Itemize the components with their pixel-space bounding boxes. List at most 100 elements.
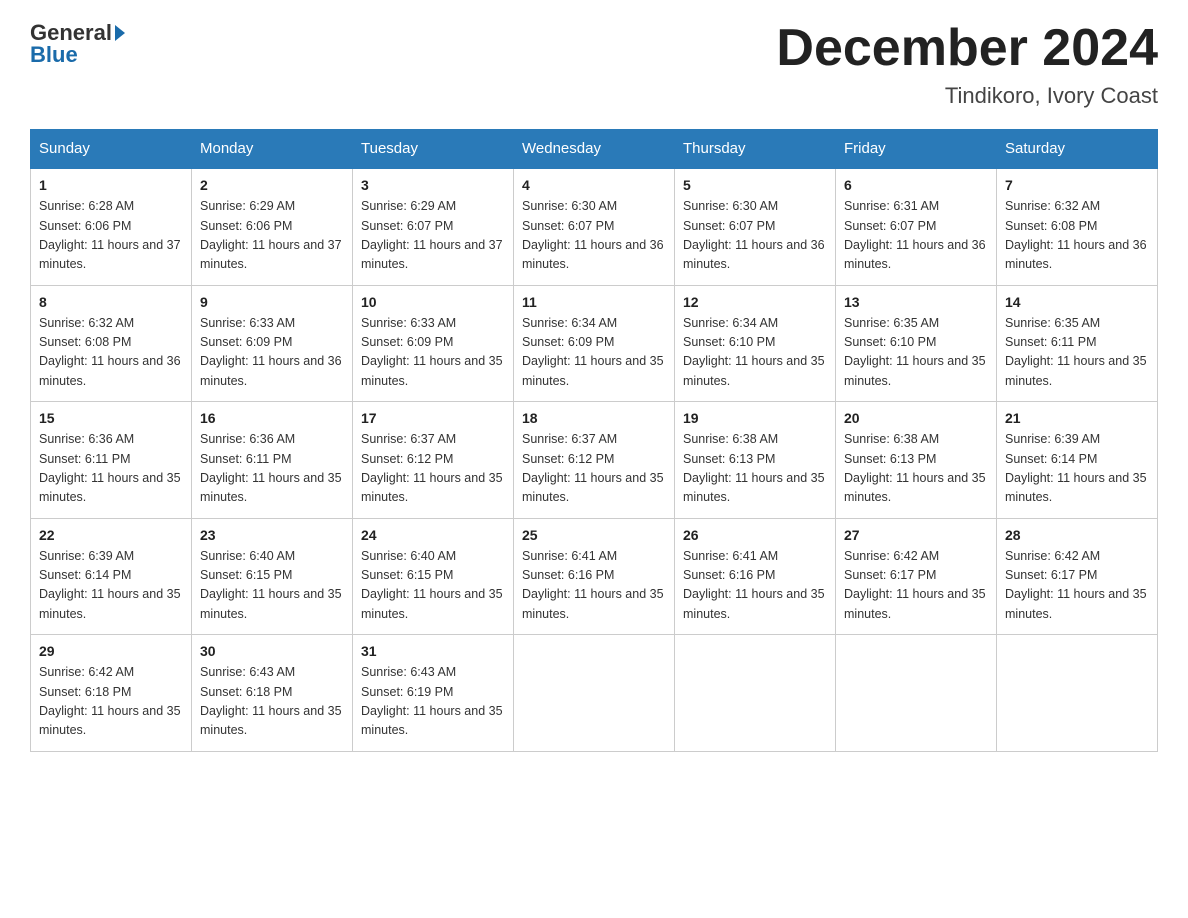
calendar-cell: 31 Sunrise: 6:43 AMSunset: 6:19 PMDayligh…	[353, 635, 514, 752]
day-number: 22	[39, 527, 183, 543]
day-number: 29	[39, 643, 183, 659]
day-number: 21	[1005, 410, 1149, 426]
calendar-cell: 16Sunrise: 6:36 AMSunset: 6:11 PMDayligh…	[192, 402, 353, 519]
calendar-cell: 22 Sunrise: 6:39 AMSunset: 6:14 PMDayligh…	[31, 518, 192, 635]
title-section: December 2024 Tindikoro, Ivory Coast	[776, 20, 1158, 109]
day-number: 12	[683, 294, 827, 310]
day-number: 2	[200, 177, 344, 193]
day-info: Sunrise: 6:32 AMSunset: 6:08 PMDaylight:…	[1005, 197, 1149, 275]
calendar-cell: 23Sunrise: 6:40 AMSunset: 6:15 PMDayligh…	[192, 518, 353, 635]
day-info: Sunrise: 6:34 AMSunset: 6:09 PMDaylight:…	[522, 314, 666, 392]
calendar-cell: 8Sunrise: 6:32 AMSunset: 6:08 PMDaylight…	[31, 285, 192, 402]
calendar-cell: 24 Sunrise: 6:40 AMSunset: 6:15 PMDayligh…	[353, 518, 514, 635]
day-info: Sunrise: 6:31 AMSunset: 6:07 PMDaylight:…	[844, 197, 988, 275]
calendar-cell	[514, 635, 675, 752]
day-number: 28	[1005, 527, 1149, 543]
day-info: Sunrise: 6:36 AMSunset: 6:11 PMDaylight:…	[200, 430, 344, 508]
calendar-cell: 10 Sunrise: 6:33 AMSunset: 6:09 PMDayligh…	[353, 285, 514, 402]
day-number: 6	[844, 177, 988, 193]
calendar-week-row: 22 Sunrise: 6:39 AMSunset: 6:14 PMDayligh…	[31, 518, 1158, 635]
calendar-cell: 11 Sunrise: 6:34 AMSunset: 6:09 PMDayligh…	[514, 285, 675, 402]
day-number: 26	[683, 527, 827, 543]
calendar-cell: 18 Sunrise: 6:37 AMSunset: 6:12 PMDayligh…	[514, 402, 675, 519]
calendar-week-row: 15 Sunrise: 6:36 AMSunset: 6:11 PMDayligh…	[31, 402, 1158, 519]
day-number: 15	[39, 410, 183, 426]
col-header-sunday: Sunday	[31, 130, 192, 169]
calendar-cell: 4Sunrise: 6:30 AMSunset: 6:07 PMDaylight…	[514, 168, 675, 285]
calendar-cell: 15 Sunrise: 6:36 AMSunset: 6:11 PMDayligh…	[31, 402, 192, 519]
logo-blue-text: Blue	[30, 42, 78, 68]
day-info: Sunrise: 6:34 AMSunset: 6:10 PMDaylight:…	[683, 314, 827, 392]
day-number: 3	[361, 177, 505, 193]
page-header: General Blue December 2024 Tindikoro, Iv…	[30, 20, 1158, 109]
calendar-cell: 25 Sunrise: 6:41 AMSunset: 6:16 PMDayligh…	[514, 518, 675, 635]
day-info: Sunrise: 6:38 AMSunset: 6:13 PMDaylight:…	[683, 430, 827, 508]
logo: General Blue	[30, 20, 128, 68]
calendar-cell: 3 Sunrise: 6:29 AMSunset: 6:07 PMDaylight…	[353, 168, 514, 285]
day-info: Sunrise: 6:28 AMSunset: 6:06 PMDaylight:…	[39, 197, 183, 275]
calendar-cell	[997, 635, 1158, 752]
day-info: Sunrise: 6:41 AMSunset: 6:16 PMDaylight:…	[522, 547, 666, 625]
day-number: 25	[522, 527, 666, 543]
day-number: 9	[200, 294, 344, 310]
day-info: Sunrise: 6:43 AMSunset: 6:19 PMDaylight:…	[361, 663, 505, 741]
calendar-week-row: 8Sunrise: 6:32 AMSunset: 6:08 PMDaylight…	[31, 285, 1158, 402]
calendar-week-row: 29 Sunrise: 6:42 AMSunset: 6:18 PMDayligh…	[31, 635, 1158, 752]
location-subtitle: Tindikoro, Ivory Coast	[776, 83, 1158, 109]
day-info: Sunrise: 6:29 AMSunset: 6:07 PMDaylight:…	[361, 197, 505, 275]
day-number: 30	[200, 643, 344, 659]
day-number: 13	[844, 294, 988, 310]
day-info: Sunrise: 6:42 AMSunset: 6:17 PMDaylight:…	[1005, 547, 1149, 625]
day-info: Sunrise: 6:35 AMSunset: 6:10 PMDaylight:…	[844, 314, 988, 392]
calendar-cell: 21 Sunrise: 6:39 AMSunset: 6:14 PMDayligh…	[997, 402, 1158, 519]
col-header-friday: Friday	[836, 130, 997, 169]
day-info: Sunrise: 6:33 AMSunset: 6:09 PMDaylight:…	[361, 314, 505, 392]
calendar-cell: 28 Sunrise: 6:42 AMSunset: 6:17 PMDayligh…	[997, 518, 1158, 635]
calendar-cell: 1 Sunrise: 6:28 AMSunset: 6:06 PMDaylight…	[31, 168, 192, 285]
day-info: Sunrise: 6:42 AMSunset: 6:17 PMDaylight:…	[844, 547, 988, 625]
calendar-cell: 14Sunrise: 6:35 AMSunset: 6:11 PMDayligh…	[997, 285, 1158, 402]
calendar-cell: 6 Sunrise: 6:31 AMSunset: 6:07 PMDaylight…	[836, 168, 997, 285]
month-year-title: December 2024	[776, 20, 1158, 77]
day-info: Sunrise: 6:33 AMSunset: 6:09 PMDaylight:…	[200, 314, 344, 392]
day-number: 17	[361, 410, 505, 426]
col-header-monday: Monday	[192, 130, 353, 169]
day-number: 24	[361, 527, 505, 543]
day-number: 19	[683, 410, 827, 426]
calendar-header-row: SundayMondayTuesdayWednesdayThursdayFrid…	[31, 130, 1158, 169]
day-info: Sunrise: 6:37 AMSunset: 6:12 PMDaylight:…	[361, 430, 505, 508]
calendar-week-row: 1 Sunrise: 6:28 AMSunset: 6:06 PMDaylight…	[31, 168, 1158, 285]
logo-arrow-icon	[115, 25, 125, 41]
day-info: Sunrise: 6:39 AMSunset: 6:14 PMDaylight:…	[1005, 430, 1149, 508]
col-header-wednesday: Wednesday	[514, 130, 675, 169]
calendar-cell: 7Sunrise: 6:32 AMSunset: 6:08 PMDaylight…	[997, 168, 1158, 285]
col-header-thursday: Thursday	[675, 130, 836, 169]
calendar-cell: 9 Sunrise: 6:33 AMSunset: 6:09 PMDaylight…	[192, 285, 353, 402]
col-header-saturday: Saturday	[997, 130, 1158, 169]
calendar-cell: 26 Sunrise: 6:41 AMSunset: 6:16 PMDayligh…	[675, 518, 836, 635]
day-info: Sunrise: 6:38 AMSunset: 6:13 PMDaylight:…	[844, 430, 988, 508]
calendar-cell	[836, 635, 997, 752]
calendar-cell: 27 Sunrise: 6:42 AMSunset: 6:17 PMDayligh…	[836, 518, 997, 635]
calendar-cell: 13 Sunrise: 6:35 AMSunset: 6:10 PMDayligh…	[836, 285, 997, 402]
day-info: Sunrise: 6:36 AMSunset: 6:11 PMDaylight:…	[39, 430, 183, 508]
calendar-cell: 17 Sunrise: 6:37 AMSunset: 6:12 PMDayligh…	[353, 402, 514, 519]
day-number: 10	[361, 294, 505, 310]
day-number: 31	[361, 643, 505, 659]
day-number: 23	[200, 527, 344, 543]
day-info: Sunrise: 6:42 AMSunset: 6:18 PMDaylight:…	[39, 663, 183, 741]
day-info: Sunrise: 6:40 AMSunset: 6:15 PMDaylight:…	[361, 547, 505, 625]
day-info: Sunrise: 6:37 AMSunset: 6:12 PMDaylight:…	[522, 430, 666, 508]
day-number: 11	[522, 294, 666, 310]
day-info: Sunrise: 6:43 AMSunset: 6:18 PMDaylight:…	[200, 663, 344, 741]
day-number: 20	[844, 410, 988, 426]
day-info: Sunrise: 6:39 AMSunset: 6:14 PMDaylight:…	[39, 547, 183, 625]
calendar-cell: 29 Sunrise: 6:42 AMSunset: 6:18 PMDayligh…	[31, 635, 192, 752]
calendar-cell: 20 Sunrise: 6:38 AMSunset: 6:13 PMDayligh…	[836, 402, 997, 519]
day-info: Sunrise: 6:41 AMSunset: 6:16 PMDaylight:…	[683, 547, 827, 625]
day-number: 18	[522, 410, 666, 426]
day-number: 27	[844, 527, 988, 543]
col-header-tuesday: Tuesday	[353, 130, 514, 169]
day-number: 1	[39, 177, 183, 193]
calendar-cell: 30 Sunrise: 6:43 AMSunset: 6:18 PMDayligh…	[192, 635, 353, 752]
